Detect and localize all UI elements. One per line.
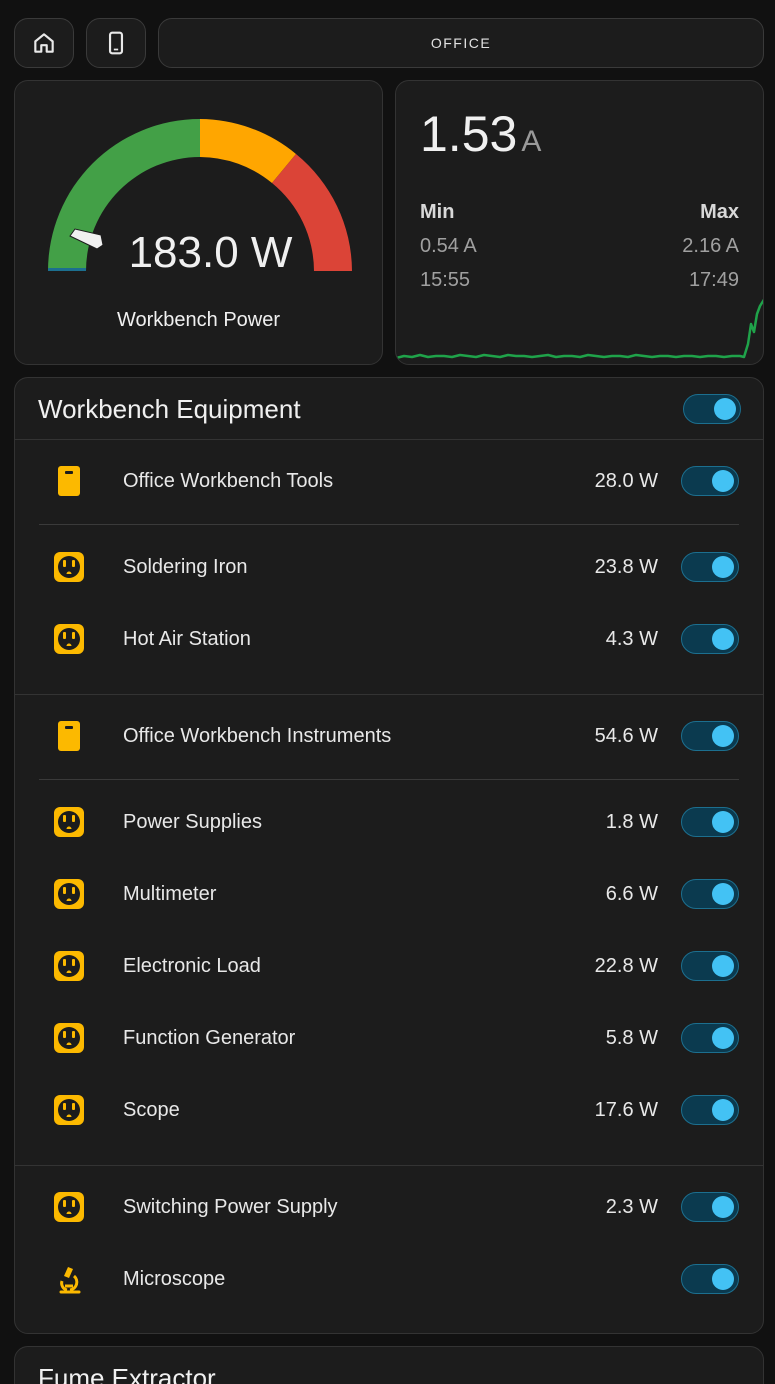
power-socket-icon: [53, 1191, 85, 1223]
power-strip-icon: [53, 720, 85, 752]
power-socket-icon: [53, 950, 85, 982]
equipment-row[interactable]: Scope 17.6 W: [15, 1086, 763, 1134]
equipment-row[interactable]: Multimeter 6.6 W: [15, 870, 763, 918]
toggle-knob: [712, 1268, 734, 1290]
fume-extractor-card: Fume Extractor: [14, 1346, 764, 1384]
min-stat: Min 0.54 A 15:55: [420, 195, 477, 297]
header-divider: [15, 439, 763, 440]
equipment-master-toggle[interactable]: [683, 394, 741, 424]
equipment-toggle[interactable]: [681, 879, 739, 909]
power-socket-icon: [53, 806, 85, 838]
max-label: Max: [700, 201, 739, 223]
equipment-label: Power Supplies: [123, 811, 262, 833]
equipment-row[interactable]: Function Generator 5.8 W: [15, 1014, 763, 1062]
toggle-knob: [712, 556, 734, 578]
toggle-knob: [712, 1099, 734, 1121]
equipment-label: Function Generator: [123, 1027, 296, 1049]
row-divider: [39, 779, 739, 780]
equipment-power: 22.8 W: [594, 955, 658, 977]
min-value: 0.54 A: [420, 235, 477, 257]
toggle-knob: [712, 1027, 734, 1049]
toggle-knob: [712, 725, 734, 747]
toggle-knob: [712, 470, 734, 492]
row-divider: [15, 1165, 763, 1166]
current-number: 1.53: [420, 106, 518, 162]
current-history-line: [396, 298, 763, 360]
toggle-knob: [714, 398, 736, 420]
gauge-value: 183.0 W: [128, 228, 293, 277]
equipment-toggle[interactable]: [681, 1095, 739, 1125]
view-title: OFFICE: [430, 35, 492, 51]
fume-title: Fume Extractor: [38, 1363, 216, 1384]
power-socket-icon: [53, 551, 85, 583]
equipment-toggle[interactable]: [681, 624, 739, 654]
row-divider: [39, 524, 739, 525]
power-socket-icon: [53, 1022, 85, 1054]
power-socket-icon: [53, 878, 85, 910]
equipment-toggle[interactable]: [681, 807, 739, 837]
equipment-toggle[interactable]: [681, 466, 739, 496]
equipment-power: 17.6 W: [594, 1099, 658, 1121]
equipment-toggle[interactable]: [681, 721, 739, 751]
equipment-power: 23.8 W: [594, 556, 658, 578]
equipment-row[interactable]: Power Supplies 1.8 W: [15, 798, 763, 846]
equipment-toggle[interactable]: [681, 552, 739, 582]
equipment-row[interactable]: Office Workbench Tools 28.0 W: [15, 457, 763, 505]
equipment-label: Electronic Load: [123, 955, 261, 977]
equipment-label: Hot Air Station: [123, 628, 251, 650]
equipment-row[interactable]: Electronic Load 22.8 W: [15, 942, 763, 990]
office-view-button[interactable]: OFFICE: [158, 18, 764, 68]
equipment-row[interactable]: Microscope: [15, 1255, 763, 1303]
equipment-label: Switching Power Supply: [123, 1196, 338, 1218]
power-strip-icon: [53, 465, 85, 497]
power-gauge-card[interactable]: 183.0 W Workbench Power: [14, 80, 383, 365]
equipment-toggle[interactable]: [681, 1023, 739, 1053]
current-sensor-card[interactable]: 1.53 A Min 0.54 A 15:55 Max 2.16 A 17:49: [395, 80, 764, 365]
equipment-label: Multimeter: [123, 883, 217, 905]
equipment-toggle[interactable]: [681, 1192, 739, 1222]
home-button[interactable]: [14, 18, 74, 68]
toggle-knob: [712, 1196, 734, 1218]
equipment-label: Microscope: [123, 1268, 226, 1290]
equipment-toggle[interactable]: [681, 951, 739, 981]
equipment-power: 28.0 W: [594, 470, 658, 492]
equipment-label: Soldering Iron: [123, 556, 248, 578]
microscope-icon: [53, 1263, 85, 1295]
equipment-label: Office Workbench Instruments: [123, 725, 392, 747]
cellphone-icon: [108, 31, 124, 55]
device-button[interactable]: [86, 18, 146, 68]
equipment-row[interactable]: Office Workbench Instruments 54.6 W: [15, 712, 763, 760]
toggle-knob: [712, 883, 734, 905]
toggle-knob: [712, 955, 734, 977]
row-divider: [15, 694, 763, 695]
gauge-name: Workbench Power: [116, 309, 281, 331]
power-socket-icon: [53, 623, 85, 655]
equipment-power: 6.6 W: [605, 883, 658, 905]
current-history-sparkline: [396, 298, 763, 360]
max-value: 2.16 A: [682, 235, 739, 257]
equipment-power: 1.8 W: [605, 811, 658, 833]
current-value: 1.53 A: [420, 109, 541, 159]
equipment-power: 2.3 W: [605, 1196, 658, 1218]
equipment-power: 5.8 W: [605, 1027, 658, 1049]
equipment-label: Office Workbench Tools: [123, 470, 334, 492]
equipment-title: Workbench Equipment: [38, 394, 301, 424]
current-unit: A: [521, 125, 542, 158]
equipment-row[interactable]: Switching Power Supply 2.3 W: [15, 1183, 763, 1231]
equipment-label: Scope: [123, 1099, 180, 1121]
equipment-power: 54.6 W: [594, 725, 658, 747]
equipment-toggle[interactable]: [681, 1264, 739, 1294]
power-socket-icon: [53, 1094, 85, 1126]
workbench-equipment-card: Workbench Equipment Office Workbench Too…: [14, 377, 764, 1334]
equipment-power: 4.3 W: [605, 628, 658, 650]
equipment-row[interactable]: Hot Air Station 4.3 W: [15, 615, 763, 663]
home-icon: [34, 33, 54, 53]
equipment-row[interactable]: Soldering Iron 23.8 W: [15, 543, 763, 591]
toggle-knob: [712, 811, 734, 833]
toggle-knob: [712, 628, 734, 650]
min-label: Min: [420, 201, 455, 223]
max-stat: Max 2.16 A 17:49: [682, 195, 739, 297]
